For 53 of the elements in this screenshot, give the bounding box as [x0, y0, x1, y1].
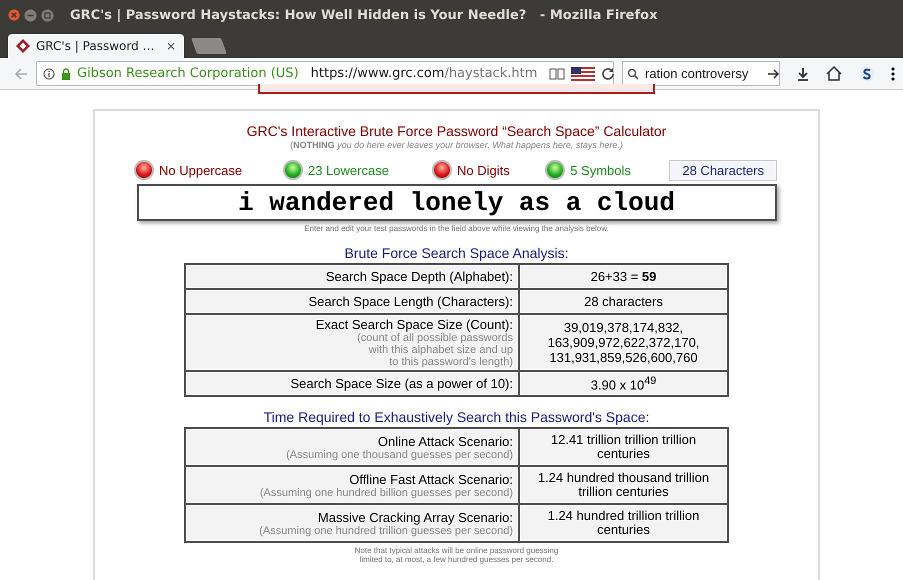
row-label: Search Space Size (as a power of 10): — [290, 376, 513, 391]
hint-text: Enter and edit your test passwords in the field above while viewing the analysis below. — [304, 224, 609, 233]
table-cell: 1.24 hundred thousand trillion trillion centuries — [519, 466, 728, 504]
reload-icon[interactable] — [601, 66, 616, 80]
row-note: (Assuming one hundred billion guesses per second) — [258, 486, 513, 498]
table-cell: 12.41 trillion trillion trillion centuries — [519, 428, 728, 466]
browser-tab[interactable]: GRC's | Password … × — [8, 34, 184, 58]
row-label: Search Space Depth (Alphabet): — [326, 269, 513, 284]
site-logo-icon — [16, 39, 30, 53]
row-label: Massive Cracking Array Scenario: — [318, 510, 513, 524]
table-cell: 28 characters — [519, 289, 728, 314]
indicator-label: 23 Lowercase — [308, 162, 389, 178]
download-icon[interactable] — [796, 66, 810, 80]
window-title: GRC's | Password Haystacks: How Well Hidden is Your Needle? - Mozilla Firefox — [70, 8, 658, 22]
url-text[interactable]: https://www.grc.com/haystack.htm — [310, 66, 538, 81]
table-cell: 3.90 x 10$^{49}$ — [519, 371, 728, 396]
new-tab-button[interactable] — [191, 38, 227, 54]
footnote: Note that typical attacks will be online password guessing limited to, at most, a few hundred guesses per second. — [354, 546, 558, 564]
section-heading: Time Required to Exhaustively Search this Password's Space: — [264, 409, 650, 425]
row-label: Exact Search Space Size (Count): — [316, 317, 513, 332]
menu-icon[interactable] — [890, 66, 895, 80]
section-heading: Brute Force Search Space Analysis: — [344, 245, 569, 261]
indicator-label: No Uppercase — [159, 162, 242, 178]
row-label: Offline Fast Attack Scenario: — [349, 472, 513, 486]
table-cell: 26+33 = 59 — [519, 264, 728, 289]
search-icon — [627, 68, 639, 80]
calculator-title: GRC's Interactive Brute Force Password “Search Space” Calculator — [246, 123, 666, 139]
table-cell: 39,019,378,174,832, 163,909,972,622,372,170, 131,931,859,526,600,760 — [519, 314, 728, 371]
table-cell: 1.24 hundred trillion trillion centuries — [519, 504, 728, 542]
character-count: 28 Characters — [669, 160, 778, 180]
flag-icon — [571, 66, 596, 80]
maximize-icon[interactable] — [41, 8, 54, 22]
row-note: (count of all possible passwords with this alphabet size and up to this password's length) — [356, 332, 513, 368]
privacy-note: (NOTHING you do here ever leaves your browser. What happens here, stays here.) — [290, 140, 623, 150]
password-field[interactable]: i wandered lonely as a cloud — [136, 184, 776, 221]
extension-icon[interactable] — [858, 66, 875, 82]
close-icon[interactable] — [8, 9, 20, 21]
row-note: (Assuming one hundred trillion guesses per second) — [258, 524, 513, 536]
home-icon[interactable] — [826, 66, 842, 81]
site-identity[interactable]: Gibson Research Corporation (US) — [77, 66, 299, 81]
row-label: Search Space Length (Characters): — [308, 294, 513, 309]
indicator-label: No Digits — [456, 162, 510, 178]
indicator-label: 5 Symbols — [570, 162, 631, 178]
reader-view-icon[interactable] — [549, 68, 566, 80]
close-tab-icon[interactable]: × — [166, 39, 176, 53]
info-icon[interactable] — [43, 68, 55, 80]
go-arrow-icon[interactable] — [767, 68, 780, 80]
search-field[interactable]: ration controversy — [622, 61, 780, 86]
row-note: (Assuming one thousand guesses per second) — [285, 448, 513, 460]
address-bar[interactable]: Gibson Research Corporation (US) https://www.grc.com/haystack.htm — [36, 61, 614, 86]
row-label: Online Attack Scenario: — [378, 434, 513, 448]
minimize-icon[interactable] — [24, 8, 37, 22]
lock-icon — [61, 68, 71, 80]
